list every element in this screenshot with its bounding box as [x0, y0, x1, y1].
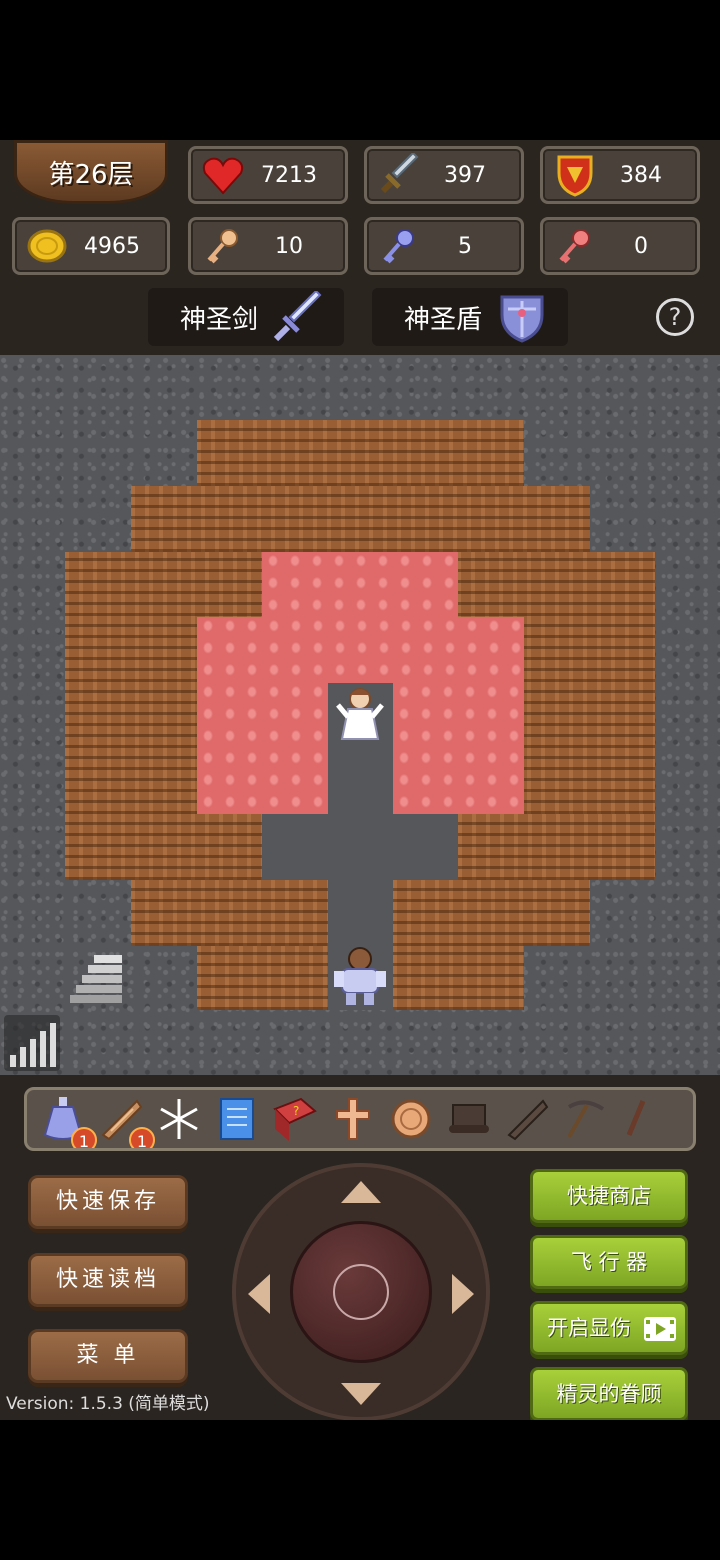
- cross-icon[interactable]: [329, 1095, 377, 1143]
- dirt-floor: [131, 486, 590, 552]
- shield-slot[interactable]: 神圣盾: [372, 288, 568, 346]
- joystick-knob[interactable]: [290, 1221, 432, 1363]
- item-toolbar: 1 1 ?: [24, 1087, 696, 1151]
- direction-pad[interactable]: [232, 1163, 490, 1421]
- medallion-icon[interactable]: [387, 1095, 435, 1143]
- yellow-key-stat: 10: [188, 217, 348, 275]
- blue-key-icon: [375, 222, 423, 270]
- signal-indicator: [4, 1015, 60, 1071]
- lava-pool: [197, 683, 328, 814]
- arrow-right-icon[interactable]: [452, 1274, 474, 1314]
- lava-pool: [393, 683, 524, 814]
- menu-button[interactable]: 菜 单: [28, 1329, 188, 1383]
- potion-flask-icon[interactable]: 1: [39, 1095, 97, 1148]
- shield-name: 神圣盾: [404, 304, 483, 335]
- game-map[interactable]: [0, 355, 720, 1075]
- red-key-value: 0: [634, 233, 648, 259]
- pickaxe-icon[interactable]: [561, 1095, 609, 1143]
- snowflake-icon[interactable]: [155, 1095, 203, 1143]
- sword-icon: [375, 151, 423, 199]
- version-label: Version: 1.5.3 (简单模式): [6, 1394, 210, 1414]
- dirt-floor: [393, 880, 590, 946]
- more-tool-icon[interactable]: [619, 1095, 667, 1143]
- item-count-badge: 1: [129, 1127, 155, 1148]
- gold-value: 4965: [84, 233, 140, 259]
- lava-pool: [197, 617, 524, 683]
- flyer-button[interactable]: 飞 行 器: [530, 1235, 688, 1289]
- hp-value: 7213: [261, 162, 317, 188]
- dirt-floor: [197, 946, 328, 1010]
- stairs-up[interactable]: [70, 953, 126, 1003]
- stone-floor: [262, 814, 458, 880]
- svg-text:?: ?: [293, 1104, 299, 1118]
- heart-icon: [199, 151, 247, 199]
- attack-value: 397: [444, 162, 486, 188]
- arrow-left-icon[interactable]: [248, 1274, 270, 1314]
- dirt-floor: [197, 420, 524, 486]
- hero-player[interactable]: [330, 945, 390, 1007]
- dirt-floor: [65, 814, 262, 880]
- dirt-floor: [393, 946, 524, 1010]
- shield-icon: [551, 151, 599, 199]
- arrow-down-icon[interactable]: [341, 1383, 381, 1405]
- quick-save-button[interactable]: 快速保存: [28, 1175, 188, 1229]
- show-damage-label: 开启显伤: [547, 1316, 631, 1340]
- attack-stat: 397: [364, 146, 524, 204]
- lava-pool: [262, 552, 458, 618]
- red-key-stat: 0: [540, 217, 700, 275]
- weapon-name: 神圣剑: [180, 304, 259, 335]
- weapon-slot[interactable]: 神圣剑: [148, 288, 344, 346]
- holy-sword-icon: [273, 291, 322, 342]
- arrow-up-icon[interactable]: [341, 1181, 381, 1203]
- gold-stat: 4965: [12, 217, 170, 275]
- scroll-icon[interactable]: [445, 1095, 493, 1143]
- show-damage-button[interactable]: 开启显伤: [530, 1301, 688, 1355]
- video-icon: [644, 1317, 676, 1341]
- status-bar-area: [0, 0, 720, 140]
- navigation-bar-area: [0, 1420, 720, 1560]
- joystick-ring: [333, 1264, 389, 1320]
- item-count-badge: 1: [71, 1127, 97, 1148]
- notepad-icon[interactable]: [213, 1095, 261, 1143]
- defense-value: 384: [620, 162, 662, 188]
- yellow-key-value: 10: [275, 233, 303, 259]
- yellow-key-icon: [199, 222, 247, 270]
- blue-key-value: 5: [458, 233, 472, 259]
- gold-coin-icon: [23, 222, 71, 270]
- monster-book-icon[interactable]: ?: [271, 1095, 319, 1143]
- quick-load-button[interactable]: 快速读档: [28, 1253, 188, 1307]
- red-key-icon: [551, 222, 599, 270]
- holy-shield-icon: [500, 295, 544, 343]
- fairy-favor-button[interactable]: 精灵的眷顾: [530, 1367, 688, 1421]
- fairy-npc[interactable]: [330, 683, 390, 745]
- defense-stat: 384: [540, 146, 700, 204]
- floor-badge: 第26层: [14, 140, 168, 204]
- control-panel: 1 1 ? 快速保存 快速读档 菜 单 快捷商店 飞 行 器 开启显伤 精灵的眷…: [0, 1075, 720, 1421]
- quick-shop-button[interactable]: 快捷商店: [530, 1169, 688, 1223]
- dirt-floor: [131, 880, 328, 946]
- hp-stat: 7213: [188, 146, 348, 204]
- dirt-floor: [458, 814, 655, 880]
- wing-icon[interactable]: 1: [97, 1095, 155, 1148]
- dark-wing-icon[interactable]: [503, 1095, 551, 1143]
- help-button[interactable]: ?: [656, 298, 694, 336]
- blue-key-stat: 5: [364, 217, 524, 275]
- hud-panel: 第26层 7213 397 384 4965 10 5 0 神圣剑 神圣盾 ?: [0, 140, 720, 355]
- floor-label: 第26层: [48, 159, 134, 190]
